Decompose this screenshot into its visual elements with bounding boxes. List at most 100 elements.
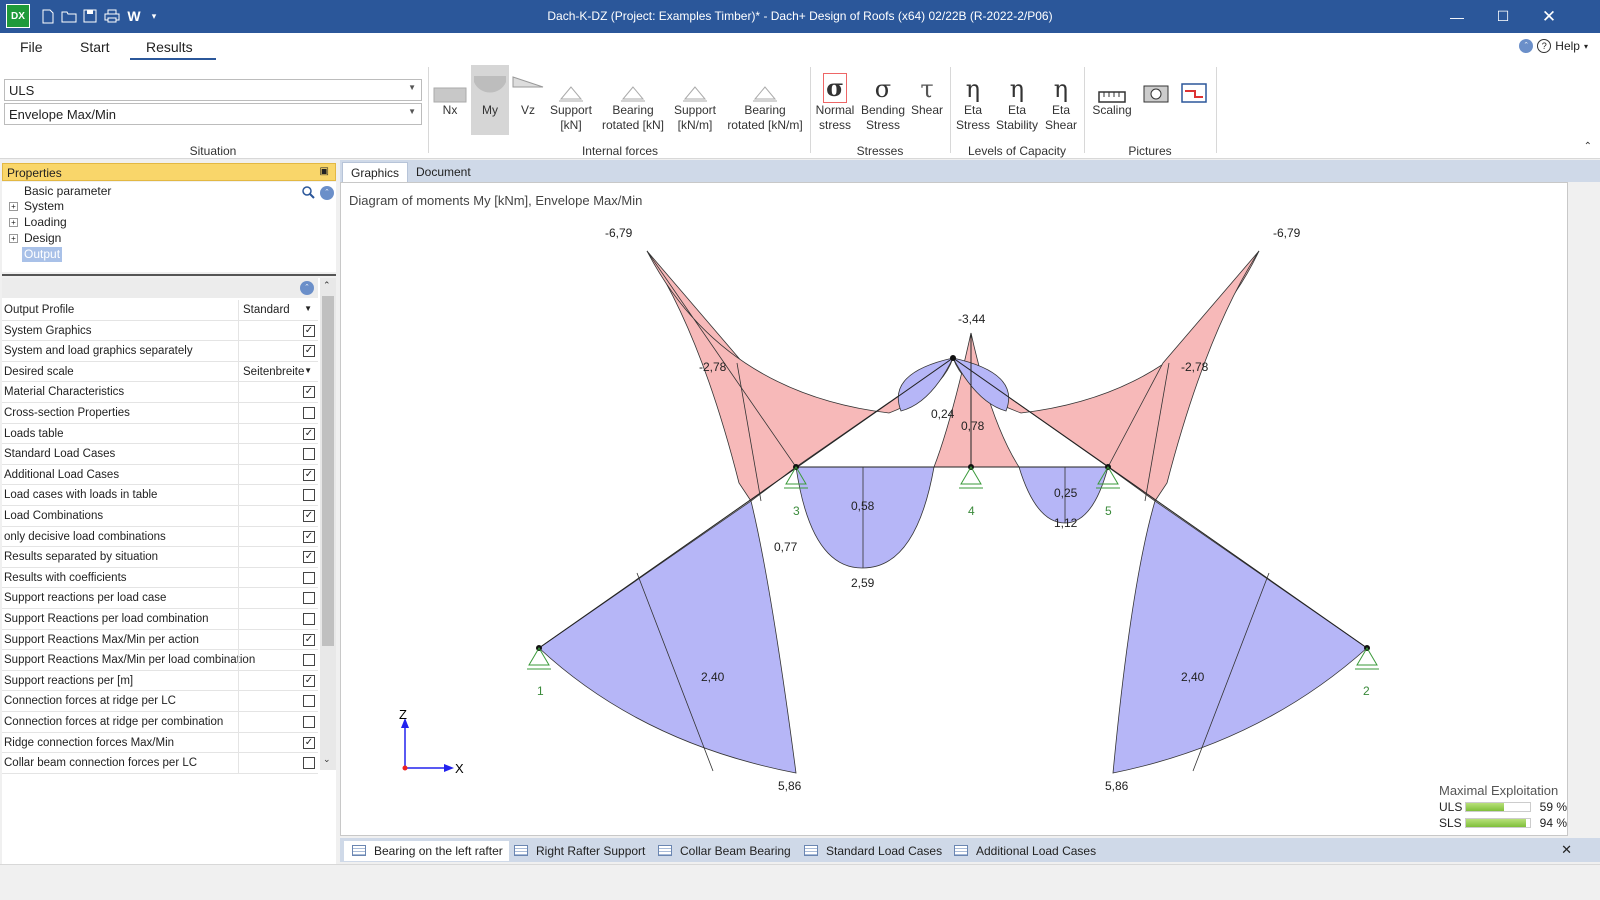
camera-button[interactable] bbox=[1140, 65, 1172, 103]
property-row: Load cases with loads in table bbox=[2, 485, 318, 506]
bearing-rotated-knm-button[interactable]: Bearing rotated [kN/m] bbox=[725, 65, 805, 133]
collapse-tree-icon[interactable]: ˆ bbox=[320, 186, 334, 200]
moment-label: 2,59 bbox=[851, 576, 875, 590]
support-label-3: 3 bbox=[793, 504, 800, 518]
tree-loading[interactable]: Loading bbox=[24, 215, 67, 230]
tab-standard-load-cases[interactable]: Standard Load Cases bbox=[796, 841, 948, 861]
tab-additional-load-cases[interactable]: Additional Load Cases bbox=[946, 841, 1102, 861]
shear-stress-button[interactable]: τ Shear bbox=[908, 65, 946, 118]
scroll-up-icon[interactable]: ⌃ bbox=[323, 280, 331, 291]
menu-start[interactable]: Start bbox=[80, 39, 110, 55]
search-icon[interactable] bbox=[302, 186, 315, 202]
pin-icon[interactable]: ▣ bbox=[320, 166, 329, 177]
tab-graphics[interactable]: Graphics bbox=[342, 162, 409, 182]
menu-file[interactable]: File bbox=[20, 39, 43, 55]
property-value: ✓ bbox=[238, 382, 318, 402]
tree-output[interactable]: Output bbox=[22, 247, 63, 262]
property-dropdown[interactable]: Standard bbox=[243, 304, 290, 316]
chevron-down-icon[interactable]: ▼ bbox=[304, 366, 312, 375]
property-checkbox[interactable]: ✓ bbox=[303, 427, 315, 440]
expand-icon[interactable]: + bbox=[9, 202, 18, 211]
eta-shear-button[interactable]: η Eta Shear bbox=[1042, 65, 1080, 133]
collapse-grid-icon[interactable]: ˆ bbox=[300, 281, 314, 295]
property-checkbox[interactable] bbox=[303, 407, 315, 419]
property-checkbox[interactable] bbox=[303, 592, 315, 605]
help-icon[interactable]: ? bbox=[1537, 39, 1552, 53]
bending-stress-button[interactable]: σ Bending Stress bbox=[858, 65, 908, 133]
tab-bearing-left-rafter[interactable]: Bearing on the left rafter bbox=[344, 841, 509, 861]
scrollbar-thumb[interactable] bbox=[322, 296, 334, 646]
tab-collar-beam-bearing[interactable]: Collar Beam Bearing bbox=[650, 841, 797, 861]
moment-area-right-rafter-negative bbox=[1107, 250, 1260, 502]
moment-label: -3,44 bbox=[958, 312, 986, 326]
support-knm-button[interactable]: Support [kN/m] bbox=[669, 65, 721, 133]
ribbon-divider bbox=[428, 67, 429, 153]
nx-button[interactable]: Nx bbox=[432, 65, 468, 135]
property-checkbox[interactable]: ✓ bbox=[303, 510, 315, 522]
property-value: ✓ bbox=[238, 526, 318, 547]
property-checkbox[interactable] bbox=[303, 716, 315, 728]
tree-system[interactable]: System bbox=[24, 199, 64, 214]
graphics-canvas[interactable]: 1 2 3 4 5 -6,79 -6,79 -3,44 -2,78 -2,78 … bbox=[340, 182, 1568, 836]
property-checkbox[interactable]: ✓ bbox=[303, 324, 315, 337]
property-checkbox[interactable] bbox=[303, 654, 315, 667]
property-checkbox[interactable] bbox=[303, 489, 315, 502]
property-row: Support reactions per [m] ✓ bbox=[2, 670, 318, 692]
scaling-button[interactable]: Scaling bbox=[1088, 65, 1136, 118]
property-checkbox[interactable] bbox=[303, 695, 315, 708]
support-kn-button[interactable]: Support [kN] bbox=[547, 65, 595, 133]
moment-label: -6,79 bbox=[1273, 226, 1301, 240]
property-checkbox[interactable]: ✓ bbox=[303, 345, 315, 358]
maximize-button[interactable]: ☐ bbox=[1480, 0, 1526, 33]
property-label: Support Reactions per load combination bbox=[4, 613, 209, 625]
property-checkbox[interactable]: ✓ bbox=[303, 633, 315, 646]
property-label: System and load graphics separately bbox=[4, 345, 193, 358]
property-value bbox=[238, 444, 318, 464]
bearing-rotated-kn-button[interactable]: Bearing rotated [kN] bbox=[600, 65, 666, 133]
vz-button[interactable]: Vz bbox=[511, 65, 545, 135]
property-checkbox[interactable]: ✓ bbox=[303, 386, 315, 399]
property-value: ✓ bbox=[238, 547, 318, 567]
property-checkbox[interactable] bbox=[303, 571, 315, 584]
property-checkbox[interactable] bbox=[303, 448, 315, 461]
property-checkbox[interactable]: ✓ bbox=[303, 551, 315, 564]
property-checkbox[interactable]: ✓ bbox=[303, 530, 315, 543]
my-button[interactable]: My bbox=[471, 65, 509, 135]
tree-basic-parameter[interactable]: Basic parameter bbox=[24, 184, 111, 199]
expand-icon[interactable]: + bbox=[9, 218, 18, 227]
property-value: ✓ bbox=[238, 732, 318, 753]
chevron-down-icon[interactable]: ▼ bbox=[304, 304, 312, 313]
collapse-ribbon-icon[interactable]: ⌃ bbox=[1584, 141, 1592, 152]
scroll-down-icon[interactable]: ⌄ bbox=[323, 754, 331, 765]
property-row: Support Reactions per load combination bbox=[2, 609, 318, 630]
close-button[interactable]: ✕ bbox=[1526, 0, 1572, 33]
panel-splitter[interactable] bbox=[2, 274, 336, 276]
property-checkbox[interactable] bbox=[303, 757, 315, 770]
eta-stress-button[interactable]: η Eta Stress bbox=[954, 65, 992, 133]
close-icon[interactable]: ✕ bbox=[1561, 842, 1572, 858]
eta-stability-button[interactable]: η Eta Stability bbox=[994, 65, 1040, 133]
menu-results[interactable]: Results bbox=[146, 39, 193, 55]
normal-stress-button[interactable]: σ Normal stress bbox=[813, 65, 857, 133]
expand-icon[interactable]: + bbox=[9, 234, 18, 243]
property-checkbox[interactable] bbox=[303, 613, 315, 625]
tab-document[interactable]: Document bbox=[408, 162, 479, 182]
support-label-2: 2 bbox=[1363, 684, 1370, 698]
collapse-up-icon[interactable]: ˆ bbox=[1519, 39, 1534, 53]
property-row: Loads table ✓ bbox=[2, 423, 318, 445]
property-checkbox[interactable]: ✓ bbox=[303, 674, 315, 687]
tree-design[interactable]: Design bbox=[24, 231, 61, 246]
grid-scrollbar[interactable]: ⌃ ⌄ bbox=[320, 278, 336, 770]
my-icon bbox=[471, 65, 509, 103]
property-checkbox[interactable]: ✓ bbox=[303, 468, 315, 481]
help-dropdown-icon[interactable]: ▾ bbox=[1584, 42, 1588, 51]
help-menu[interactable]: Help bbox=[1555, 39, 1580, 53]
picture-button[interactable] bbox=[1178, 65, 1210, 103]
minimize-button[interactable]: — bbox=[1434, 0, 1480, 33]
envelope-combo[interactable]: Envelope Max/Min ▼ bbox=[4, 103, 422, 125]
property-row: Support Reactions Max/Min per load combi… bbox=[2, 650, 318, 671]
tab-right-rafter-support[interactable]: Right Rafter Support bbox=[506, 841, 651, 861]
property-dropdown[interactable]: Seitenbreite bbox=[243, 366, 304, 378]
situation-combo[interactable]: ULS ▼ bbox=[4, 79, 422, 101]
property-checkbox[interactable]: ✓ bbox=[303, 736, 315, 749]
